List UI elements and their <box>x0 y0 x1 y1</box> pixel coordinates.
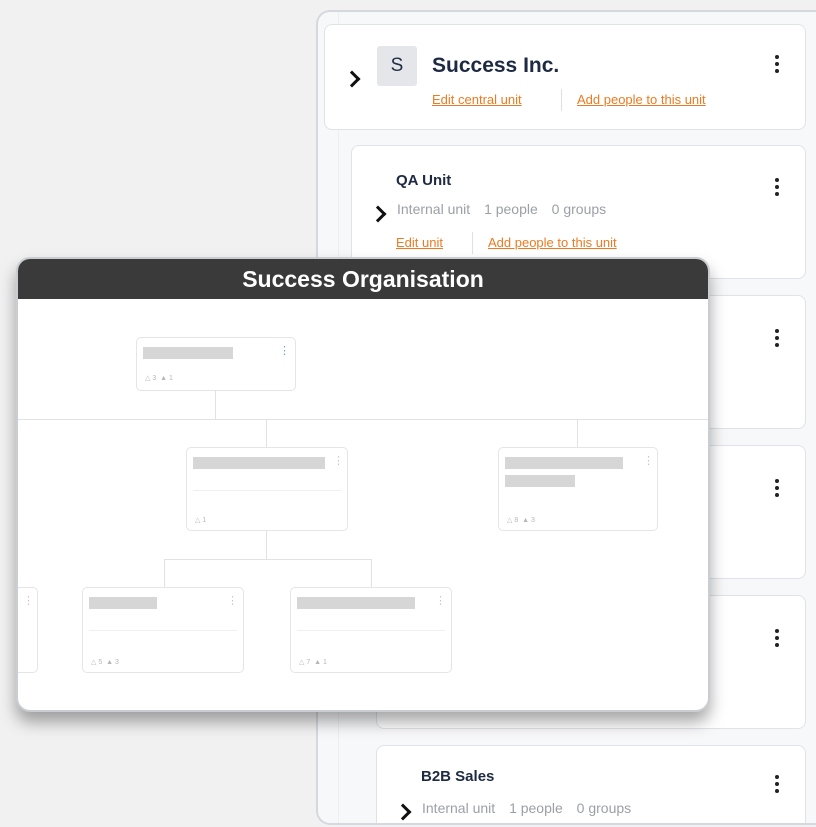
org-node[interactable]: ⋮ △ 8 ▲ 3 <box>498 447 658 531</box>
b2b-sales-meta: Internal unit 1 people 0 groups <box>422 800 641 816</box>
more-options-icon[interactable] <box>775 629 779 647</box>
node-name-placeholder <box>143 347 233 359</box>
org-chart-title: Success Organisation <box>18 259 708 299</box>
more-options-icon[interactable] <box>775 775 779 793</box>
node-divider <box>297 630 445 631</box>
central-unit-name: Success Inc. <box>432 54 560 77</box>
connector-line <box>18 419 708 420</box>
more-options-icon[interactable] <box>775 178 779 196</box>
org-node[interactable]: ⋮ △ 1 <box>186 447 348 531</box>
node-divider <box>89 630 237 631</box>
unit-groups-count: 0 groups <box>551 201 607 217</box>
unit-avatar: S <box>377 46 417 86</box>
qa-unit-name: QA Unit <box>396 172 452 189</box>
more-options-icon[interactable] <box>775 55 779 73</box>
add-people-link[interactable]: Add people to this unit <box>488 235 617 250</box>
node-menu-icon[interactable]: ⋮ <box>435 596 446 607</box>
chevron-right-icon[interactable] <box>343 70 361 88</box>
node-stats: △ 3 ▲ 1 <box>145 375 173 382</box>
node-menu-icon[interactable]: ⋮ <box>643 456 654 467</box>
org-node[interactable]: ⋮ △ 3 ▲ 1 <box>136 337 296 391</box>
b2b-sales-card: B2B Sales Internal unit 1 people 0 group… <box>376 745 806 823</box>
unit-people-count: 1 people <box>484 201 538 217</box>
central-unit-card: S Success Inc. Edit central unit Add peo… <box>324 24 806 130</box>
org-node[interactable]: ⋮ <box>18 587 38 673</box>
unit-type: Internal unit <box>397 201 471 217</box>
unit-type: Internal unit <box>422 800 496 816</box>
connector-line <box>164 559 372 560</box>
connector-line <box>266 419 267 447</box>
more-options-icon[interactable] <box>775 329 779 347</box>
node-stats: △ 7 ▲ 1 <box>299 659 327 666</box>
qa-unit-meta: Internal unit 1 people 0 groups <box>397 201 616 217</box>
add-people-link[interactable]: Add people to this unit <box>577 92 706 107</box>
chevron-right-icon[interactable] <box>394 803 412 821</box>
connector-line <box>577 419 578 447</box>
node-menu-icon[interactable]: ⋮ <box>333 456 344 467</box>
link-divider <box>561 89 562 111</box>
node-stats: △ 5 ▲ 3 <box>91 659 119 666</box>
node-menu-icon[interactable]: ⋮ <box>227 596 238 607</box>
org-chart-window: Success Organisation ⋮ △ 3 ▲ 1 ⋮ △ 1 ⋮ △… <box>16 257 710 712</box>
node-name-placeholder <box>505 457 623 469</box>
node-menu-icon[interactable]: ⋮ <box>279 346 290 357</box>
more-options-icon[interactable] <box>775 479 779 497</box>
node-name-placeholder <box>505 475 575 487</box>
node-name-placeholder <box>297 597 415 609</box>
b2b-sales-name: B2B Sales <box>421 768 495 785</box>
node-divider <box>193 490 341 491</box>
node-name-placeholder <box>193 457 325 469</box>
connector-line <box>371 559 372 587</box>
org-node[interactable]: ⋮ △ 7 ▲ 1 <box>290 587 452 673</box>
connector-line <box>266 531 267 559</box>
unit-groups-count: 0 groups <box>576 800 632 816</box>
edit-central-unit-link[interactable]: Edit central unit <box>432 92 522 107</box>
org-node[interactable]: ⋮ △ 5 ▲ 3 <box>82 587 244 673</box>
edit-unit-link[interactable]: Edit unit <box>396 235 443 250</box>
node-stats: △ 8 ▲ 3 <box>507 517 535 524</box>
node-menu-icon[interactable]: ⋮ <box>23 596 34 607</box>
node-name-placeholder <box>89 597 157 609</box>
chevron-right-icon[interactable] <box>369 205 387 223</box>
node-stats: △ 1 <box>195 517 207 524</box>
link-divider <box>472 232 473 254</box>
unit-people-count: 1 people <box>509 800 563 816</box>
connector-line <box>164 559 165 587</box>
